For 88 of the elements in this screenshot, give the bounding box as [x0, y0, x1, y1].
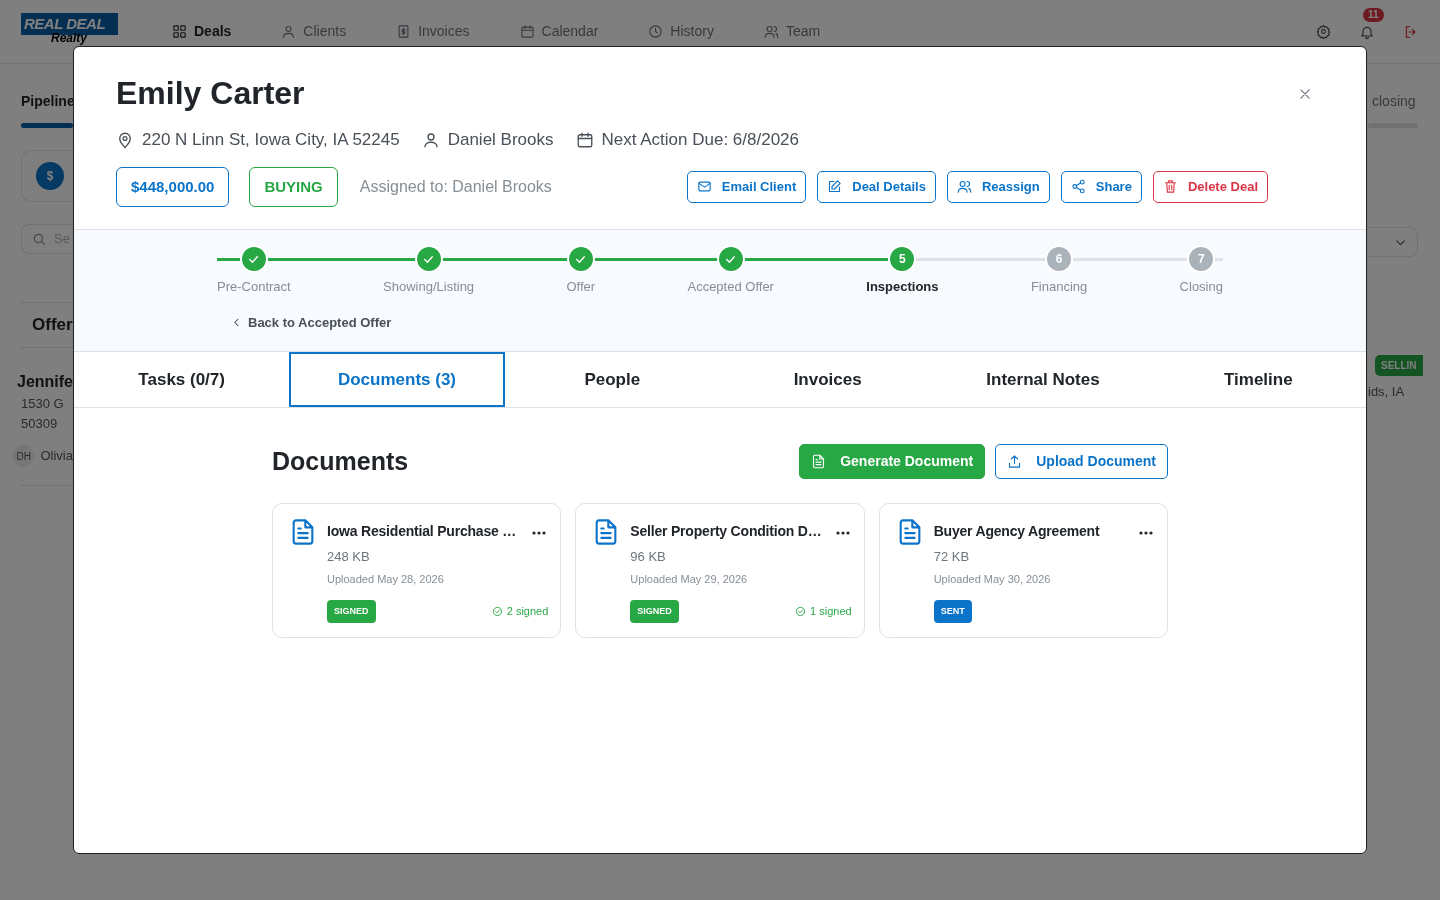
calendar-icon: [575, 130, 594, 149]
grid-icon: [172, 24, 187, 39]
nav-item[interactable]: Invoices: [396, 21, 470, 42]
check-circle-icon: [795, 606, 807, 617]
column-title: Offer: [32, 314, 73, 337]
people-icon: [956, 179, 972, 195]
document-name: Iowa Residential Purchase …: [327, 521, 518, 541]
people-icon: [763, 24, 779, 39]
bell-icon: [1359, 24, 1375, 41]
deal-type-badge: BUYING: [249, 166, 338, 207]
step-label: Offer: [566, 278, 596, 296]
step-label: Accepted Offer: [687, 278, 774, 296]
more-icon: [1139, 530, 1153, 535]
nav-item[interactable]: Calendar: [519, 21, 599, 42]
address-text: 1530 G: [21, 395, 65, 413]
invoice-icon: [396, 24, 412, 39]
step-number: 7: [1189, 247, 1214, 271]
address-text: 50309: [21, 414, 59, 433]
generate-document-button[interactable]: Generate Document: [799, 443, 986, 479]
notification-badge: 11: [1363, 7, 1384, 22]
price-badge: $448,000.00: [116, 166, 230, 207]
step-label: Showing/Listing: [383, 278, 475, 296]
current-step-number: 5: [890, 247, 915, 271]
action-button[interactable]: Reassign: [946, 171, 1050, 203]
status-badge: SIGNED: [630, 599, 679, 624]
dollar-icon: $: [36, 162, 64, 190]
upload-date: Uploaded May 28, 2026: [327, 572, 445, 588]
client-name: Jennife: [17, 372, 73, 392]
tab[interactable]: Documents (3): [289, 351, 505, 407]
assigned-text: Assigned to: Daniel Brooks: [359, 176, 552, 197]
more-icon: [835, 530, 850, 535]
upload-icon: [1007, 453, 1023, 469]
next-action-text: Next Action Due: 6/8/2026: [601, 129, 800, 151]
step-label: Pre-Contract: [217, 278, 291, 296]
agent-name: Olivia: [40, 447, 73, 466]
signed-count: 2 signed: [506, 604, 549, 620]
address-text: ids, IA: [1368, 383, 1406, 401]
document-card[interactable]: Iowa Residential Purchase … 248 KB Uploaded May 28, 2026 SIGNED 2 signed: [272, 502, 562, 639]
location-pin-icon: [116, 130, 134, 149]
mail-icon: [696, 179, 712, 195]
step-number: 6: [1047, 247, 1072, 271]
calendar-icon: [519, 24, 535, 39]
check-circle-icon: [491, 606, 503, 617]
document-icon: [811, 453, 827, 469]
action-button[interactable]: Delete Deal: [1152, 171, 1268, 203]
document-name: Buyer Agency Agreement: [933, 521, 1101, 541]
upload-date: Uploaded May 30, 2026: [933, 572, 1052, 588]
action-button[interactable]: Email Client: [686, 171, 807, 203]
logo-tagline: Realty: [50, 32, 88, 45]
back-link[interactable]: Back to Accepted Offer: [231, 312, 392, 332]
document-card[interactable]: Buyer Agency Agreement 72 KB Uploaded May 30, 2026 SENT: [878, 502, 1168, 639]
status-badge: SENT: [933, 599, 972, 624]
avatar: DH: [13, 445, 35, 467]
file-size: 248 KB: [327, 547, 371, 566]
step-label: Financing: [1030, 278, 1088, 296]
action-button[interactable]: Deal Details: [817, 171, 936, 203]
person-icon: [281, 24, 297, 39]
upload-document-button[interactable]: Upload Document: [995, 443, 1168, 479]
stage-tab[interactable]: closing: [1368, 93, 1440, 109]
address-text: 220 N Linn St, Iowa City, IA 52245: [142, 129, 400, 151]
agent-name: Daniel Brooks: [447, 129, 554, 151]
nav-item[interactable]: Team: [763, 21, 821, 42]
document-name: Seller Property Condition D…: [630, 521, 823, 541]
document-card[interactable]: Seller Property Condition D… 96 KB Uploaded May 29, 2026 SIGNED 1 signed: [575, 502, 865, 639]
file-size: 96 KB: [630, 547, 667, 566]
more-icon: [532, 530, 547, 535]
logo[interactable]: REAL DEAL Realty: [21, 13, 118, 45]
file-size: 72 KB: [933, 547, 971, 566]
modal-title: Emily Carter: [116, 74, 306, 113]
step-label: Closing: [1179, 278, 1223, 296]
settings-icon: [1316, 24, 1331, 39]
status-badge: SIGNED: [327, 599, 376, 624]
edit-icon: [827, 179, 843, 195]
step-label: Inspections: [866, 278, 939, 296]
nav-item[interactable]: Clients: [281, 21, 347, 42]
search-icon: [32, 232, 46, 246]
share-icon: [1070, 179, 1086, 195]
clock-icon: [648, 24, 664, 39]
trash-icon: [1162, 179, 1178, 195]
signed-count: 1 signed: [810, 604, 852, 620]
close-icon: [1298, 86, 1312, 101]
person-icon: [421, 130, 440, 149]
nav-item[interactable]: Deals: [172, 21, 232, 42]
deal-type-badge: SELLIN: [1375, 355, 1423, 376]
nav-item[interactable]: History: [648, 21, 714, 42]
upload-date: Uploaded May 29, 2026: [630, 572, 749, 588]
action-button[interactable]: Share: [1060, 171, 1142, 203]
section-title: Documents: [272, 446, 409, 477]
